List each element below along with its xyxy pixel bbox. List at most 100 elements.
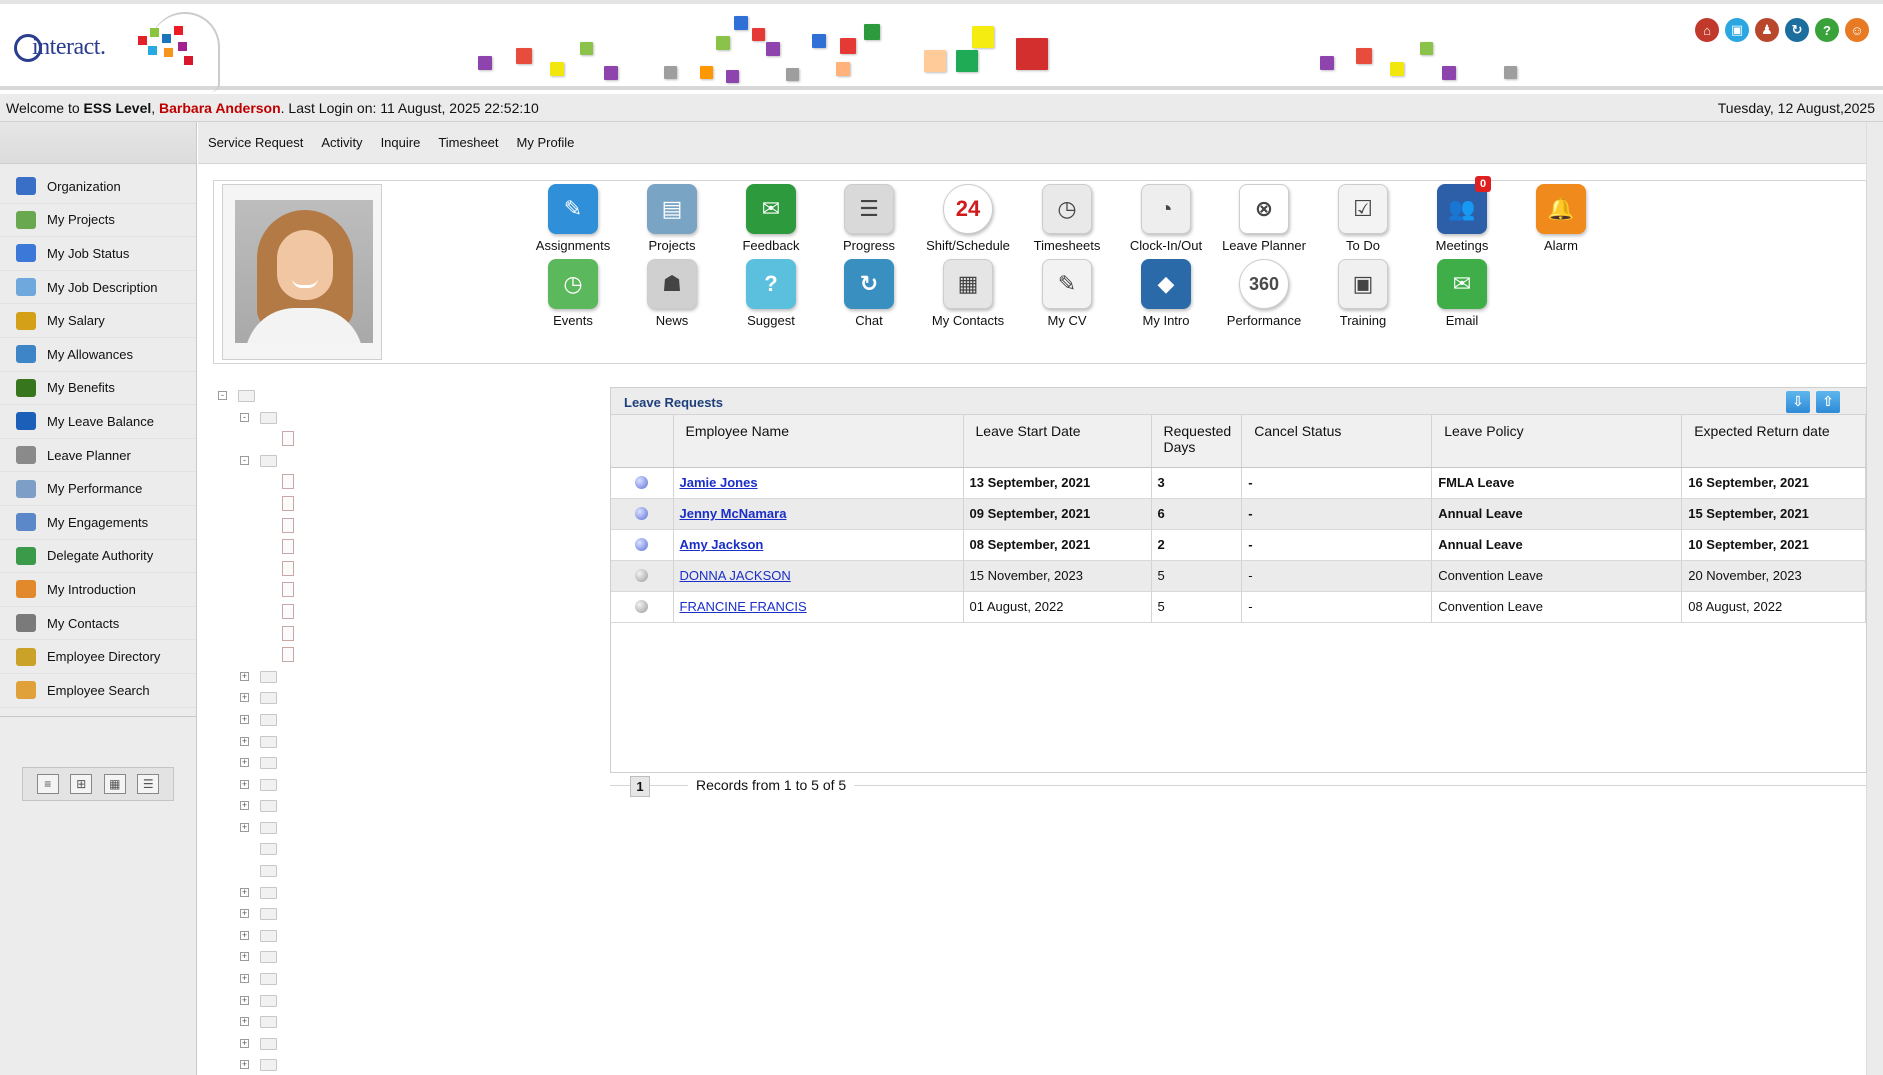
app-clock-in-out[interactable]: ◔ Clock-In/Out xyxy=(1111,184,1221,253)
app-training[interactable]: ▣ Training xyxy=(1308,259,1418,328)
tree-node-workflow-tasks[interactable] xyxy=(216,838,516,860)
expand-icon[interactable]: + xyxy=(240,714,249,724)
employee-name-link[interactable]: Amy Jackson xyxy=(680,537,764,552)
expand-icon[interactable]: + xyxy=(240,671,249,681)
tree-node-overtime-based-annual-bonus[interactable]: + xyxy=(216,968,516,990)
sidebar-item-employee-directory[interactable]: Employee Directory xyxy=(0,640,196,674)
sidebar-item-my-salary[interactable]: My Salary xyxy=(0,304,196,338)
app-projects[interactable]: ▤ Projects xyxy=(617,184,727,253)
sidebar-item-organization[interactable]: Organization xyxy=(0,170,196,204)
column-header[interactable]: Requested Days xyxy=(1151,415,1243,468)
expand-icon[interactable]: + xyxy=(240,801,249,811)
expand-icon[interactable]: + xyxy=(240,779,249,789)
column-header[interactable]: Employee Name xyxy=(673,415,964,468)
upload-icon[interactable]: ⇧ xyxy=(1816,391,1840,413)
tree-node-clients[interactable]: + xyxy=(216,687,516,709)
employee-name-link[interactable]: DONNA JACKSON xyxy=(680,568,791,583)
app-suggest[interactable]: ? Suggest xyxy=(716,259,826,328)
expand-icon[interactable]: + xyxy=(240,736,249,746)
app-chat[interactable]: ↻ Chat xyxy=(814,259,924,328)
tree-view-icon[interactable]: ⊞ xyxy=(70,774,93,794)
column-header[interactable]: Leave Start Date xyxy=(963,415,1152,468)
app-email[interactable]: ✉ Email xyxy=(1407,259,1517,328)
app-my-cv[interactable]: ✎ My CV xyxy=(1012,259,1122,328)
menu-timesheet[interactable]: Timesheet xyxy=(438,135,498,150)
sidebar-item-my-projects[interactable]: My Projects xyxy=(0,204,196,238)
app-my-contacts[interactable]: ▦ My Contacts xyxy=(913,259,1023,328)
tree-node-alert-messages[interactable] xyxy=(216,428,516,450)
sidebar-item-my-leave-balance[interactable]: My Leave Balance xyxy=(0,405,196,439)
expand-icon[interactable]: + xyxy=(240,974,249,984)
menu-my-profile[interactable]: My Profile xyxy=(517,135,575,150)
tree-node-overtime[interactable]: + xyxy=(216,795,516,817)
tree-node-leave-request-report[interactable] xyxy=(216,558,516,580)
collapse-icon[interactable]: - xyxy=(218,391,227,400)
table-row[interactable]: Jamie Jones 13 September, 2021 3- FMLA Leav… xyxy=(611,467,1866,499)
collapse-icon[interactable]: - xyxy=(240,412,249,422)
tree-node-applicant-assessment[interactable]: + xyxy=(216,903,516,925)
employee-name-link[interactable]: Jamie Jones xyxy=(680,475,758,490)
expand-icon[interactable]: + xyxy=(240,909,249,919)
column-header[interactable]: Cancel Status xyxy=(1241,415,1433,468)
app-meetings[interactable]: 👥 0 Meetings xyxy=(1407,176,1517,253)
sidebar-item-my-performance[interactable]: My Performance xyxy=(0,472,196,506)
menu-service-request[interactable]: Service Request xyxy=(208,135,303,150)
tree-node-leave-requests[interactable] xyxy=(216,471,516,493)
app-my-intro[interactable]: ◆ My Intro xyxy=(1111,259,1221,328)
app-timesheets[interactable]: ◷ Timesheets xyxy=(1012,184,1122,253)
table-row[interactable]: Jenny McNamara 09 September, 2021 6- Annual… xyxy=(611,498,1866,530)
detail-view-icon[interactable]: ☰ xyxy=(137,774,160,794)
sidebar-item-my-job-status[interactable]: My Job Status xyxy=(0,237,196,271)
app-to-do[interactable]: ☑ To Do xyxy=(1308,184,1418,253)
collapse-icon[interactable]: - xyxy=(240,455,249,465)
tree-node-letter-request[interactable]: + xyxy=(216,1011,516,1033)
expand-icon[interactable]: + xyxy=(240,822,249,832)
table-row[interactable]: FRANCINE FRANCIS 01 August, 2022 5- Convent… xyxy=(611,591,1866,623)
tree-node-leaves[interactable]: - xyxy=(216,450,516,472)
sidebar-item-delegate-authority[interactable]: Delegate Authority xyxy=(0,540,196,574)
help-icon[interactable]: ? xyxy=(1815,18,1839,42)
sidebar-item-my-benefits[interactable]: My Benefits xyxy=(0,372,196,406)
tree-node-timesheets[interactable]: + xyxy=(216,817,516,839)
user-icon[interactable]: ♟ xyxy=(1755,18,1779,42)
tree-root-pending-activities[interactable]: - xyxy=(216,385,516,407)
expand-icon[interactable]: + xyxy=(240,1060,249,1070)
app-shift-schedule[interactable]: 24 Shift/Schedule xyxy=(913,184,1023,253)
sidebar-item-my-job-description[interactable]: My Job Description xyxy=(0,271,196,305)
expand-icon[interactable]: + xyxy=(240,887,249,897)
tree-node-performance-evaluations[interactable]: + xyxy=(216,882,516,904)
column-header[interactable] xyxy=(611,415,674,468)
interact-logo[interactable]: interact. xyxy=(8,12,220,92)
tree-node-medical-residency-applicants[interactable]: + xyxy=(216,925,516,947)
tree-node-leave-requests-batch-approval[interactable] xyxy=(216,493,516,515)
tree-node-fmla-leave-requests[interactable] xyxy=(216,579,516,601)
app-alarm[interactable]: 🔔 Alarm xyxy=(1506,184,1616,253)
app-events[interactable]: ◷ Events xyxy=(518,259,628,328)
tree-node-compulsory-work[interactable]: + xyxy=(216,946,516,968)
tree-node-training[interactable]: + xyxy=(216,774,516,796)
employee-name-link[interactable]: FRANCINE FRANCIS xyxy=(680,599,807,614)
app-assignments[interactable]: ✎ Assignments xyxy=(518,184,628,253)
sidebar-item-my-allowances[interactable]: My Allowances xyxy=(0,338,196,372)
expand-icon[interactable]: + xyxy=(240,1038,249,1048)
right-scroll-gutter[interactable] xyxy=(1866,122,1883,1075)
expand-icon[interactable]: + xyxy=(240,952,249,962)
expand-icon[interactable]: + xyxy=(240,995,249,1005)
expand-icon[interactable]: + xyxy=(240,930,249,940)
column-header[interactable]: Expected Return date xyxy=(1681,415,1866,468)
app-feedback[interactable]: ✉ Feedback xyxy=(716,184,826,253)
tree-node-flex-leave-requests[interactable] xyxy=(216,601,516,623)
app-news[interactable]: ☗ News xyxy=(617,259,727,328)
tree-node-hr-actions[interactable]: + xyxy=(216,666,516,688)
sidebar-item-my-introduction[interactable]: My Introduction xyxy=(0,573,196,607)
table-row[interactable]: Amy Jackson 08 September, 2021 2- Annual Le… xyxy=(611,529,1866,561)
tree-node-visa[interactable]: + xyxy=(216,709,516,731)
expand-icon[interactable]: + xyxy=(240,693,249,703)
tree-node-leave-plan[interactable] xyxy=(216,536,516,558)
package-icon[interactable]: ▣ xyxy=(1725,18,1749,42)
profile-photo[interactable] xyxy=(235,200,373,343)
sidebar-item-employee-search[interactable]: Employee Search xyxy=(0,674,196,708)
tree-node-help-desk[interactable]: + xyxy=(216,990,516,1012)
person-icon[interactable]: ☺ xyxy=(1845,18,1869,42)
menu-inquire[interactable]: Inquire xyxy=(381,135,421,150)
